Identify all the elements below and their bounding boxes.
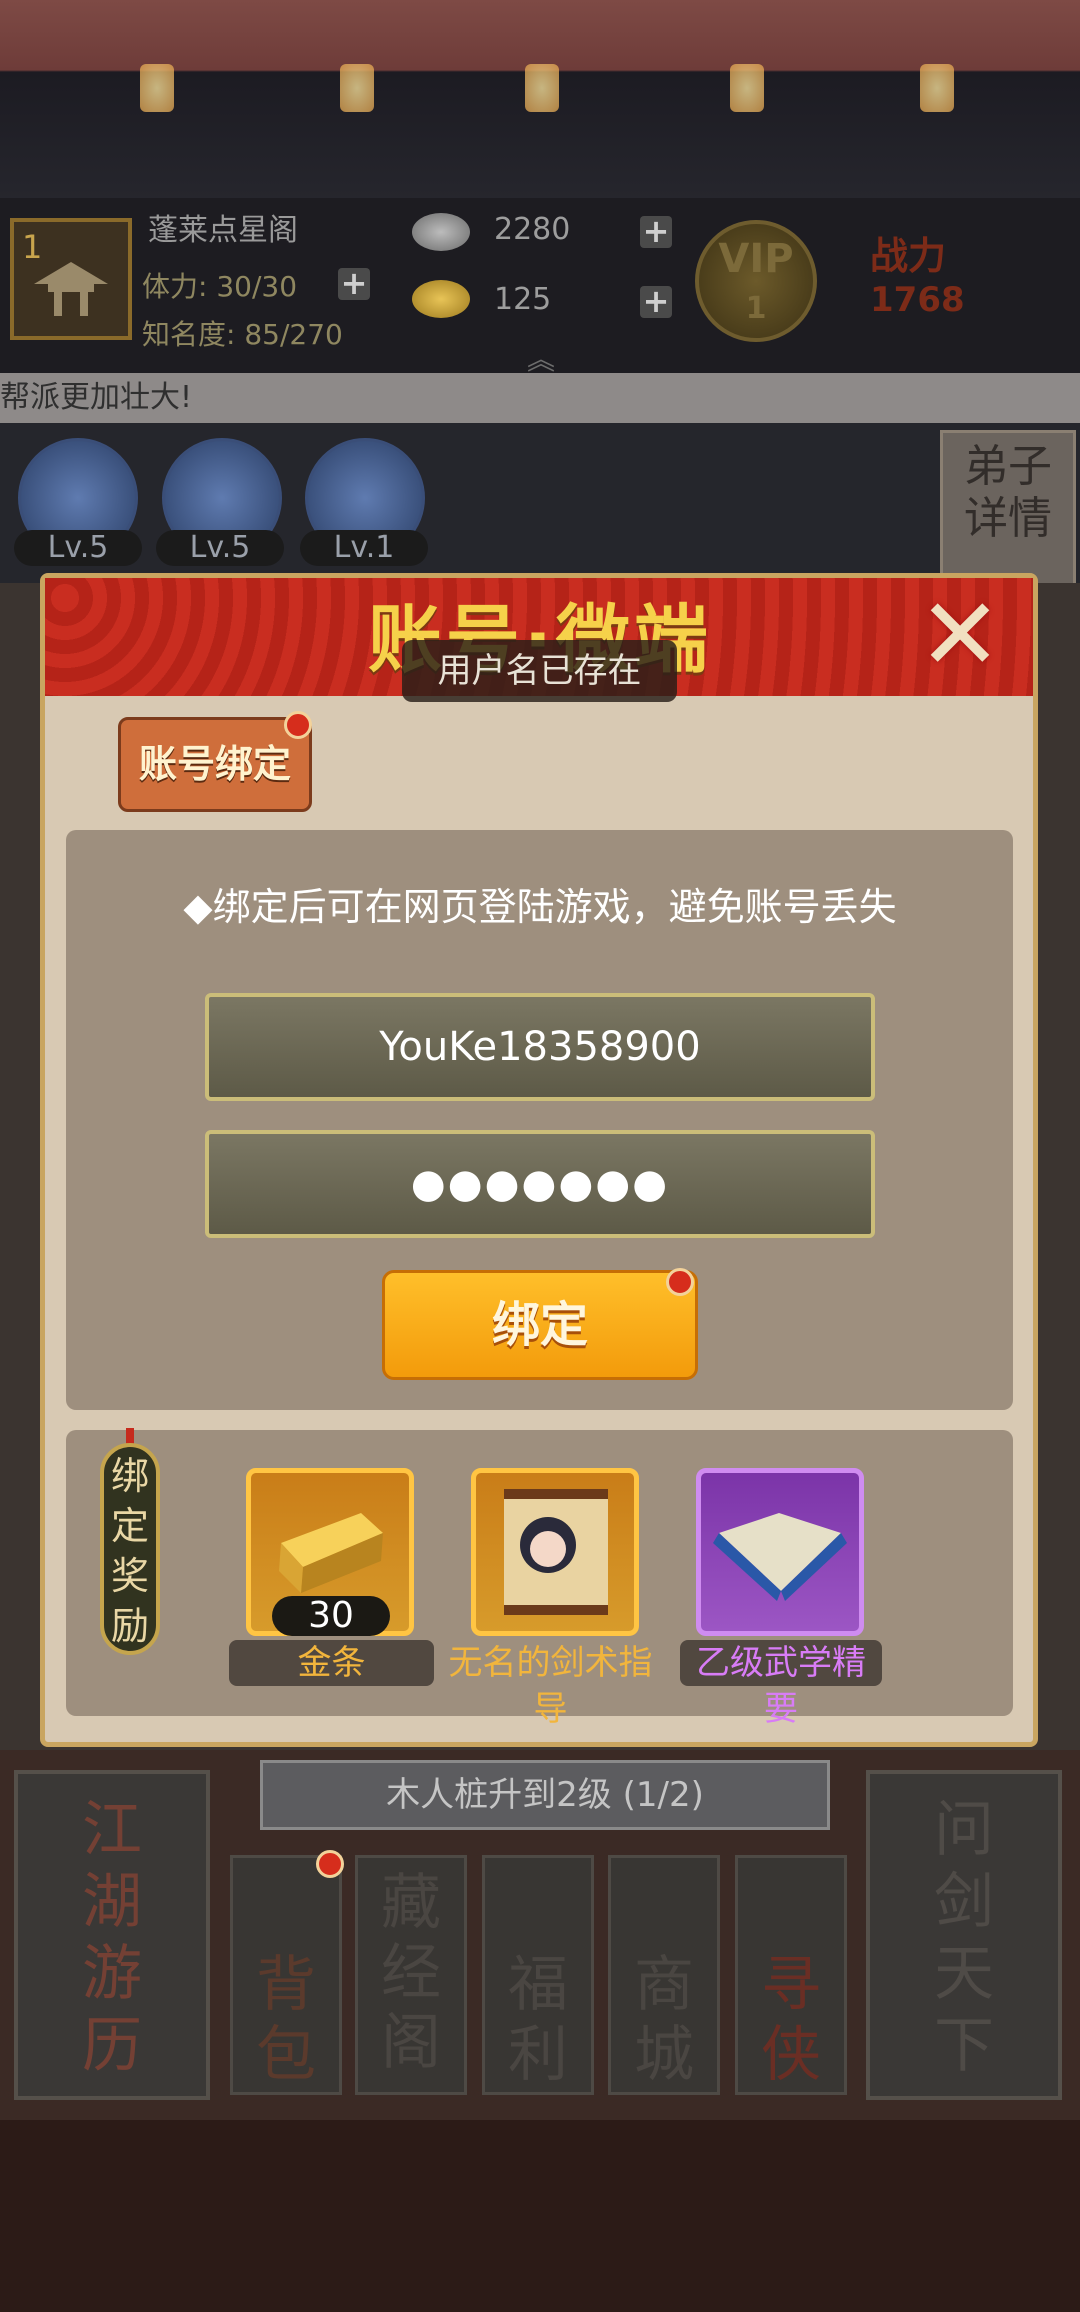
lantern-icon	[140, 64, 174, 112]
martial-essentials-name: 乙级武学精要	[680, 1640, 882, 1729]
task-tracker[interactable]: 木人桩升到2级 (1/2)	[260, 1760, 830, 1830]
player-level: 1	[22, 228, 43, 266]
password-field[interactable]: ●●●●●●●	[205, 1130, 875, 1238]
vip-label: VIP	[718, 236, 794, 282]
notice-banner: 帮派更加壮大!	[0, 373, 1080, 423]
power-label: 战力	[870, 234, 947, 278]
silver-ingot-icon	[412, 213, 470, 251]
disciple-level: Lv.1	[300, 530, 428, 566]
bag-label: 背包	[256, 1950, 316, 2090]
add-stamina-button[interactable]: +	[338, 267, 370, 300]
welfare-button[interactable]: 福利	[482, 1855, 594, 2095]
bag-notification-dot	[316, 1850, 344, 1878]
footer-pattern	[0, 2120, 1080, 2312]
jianghu-travel-label: 江湖游历	[82, 1795, 142, 2081]
gold-bar-count: 30	[272, 1596, 390, 1636]
sword-guide-scroll-icon	[504, 1489, 608, 1615]
combat-power: 战力 1768	[870, 225, 965, 320]
gold-bar-name: 金条	[229, 1640, 434, 1686]
sect-name: 蓬莱点星阁	[148, 213, 298, 248]
disciple-level: Lv.5	[14, 530, 142, 566]
toast-message: 用户名已存在	[402, 640, 677, 702]
bag-button[interactable]: 背包	[230, 1855, 342, 2095]
vip-level: 1	[745, 291, 767, 326]
martial-book-icon	[713, 1513, 847, 1601]
silver-amount: 2280	[494, 212, 571, 247]
lantern-icon	[730, 64, 764, 112]
add-silver-button[interactable]: +	[640, 215, 672, 248]
seek-hero-label: 寻侠	[761, 1950, 821, 2090]
jianghu-travel-button[interactable]: 江湖游历	[14, 1770, 210, 2100]
close-x-icon[interactable]: ✕	[905, 585, 1015, 685]
tab-notification-dot	[284, 711, 312, 739]
shop-button[interactable]: 商城	[608, 1855, 720, 2095]
bind-hint: ◆绑定后可在网页登陆游戏，避免账号丢失	[183, 885, 897, 929]
stamina-display: 体力: 30/30	[142, 265, 297, 305]
fame-value: 85/270	[244, 318, 343, 351]
lantern-icon	[340, 64, 374, 112]
lantern-icon	[920, 64, 954, 112]
stamina-label: 体力:	[142, 270, 208, 303]
lantern-icon	[525, 64, 559, 112]
shop-label: 商城	[634, 1950, 694, 2090]
bind-button[interactable]: 绑定	[382, 1270, 698, 1380]
disciple-level: Lv.5	[156, 530, 284, 566]
gold-amount: 125	[494, 282, 552, 317]
disciple-detail-label: 弟子详情	[964, 441, 1052, 544]
fame-label: 知名度:	[142, 318, 236, 351]
reward-label: 绑定奖励	[110, 1454, 149, 1648]
sword-challenge-label: 问剑天下	[934, 1795, 994, 2081]
fame-display: 知名度: 85/270	[142, 313, 343, 353]
vip-badge[interactable]: VIP 1	[695, 220, 817, 342]
gold-ingot-icon	[412, 280, 470, 318]
power-value: 1768	[870, 280, 965, 320]
seek-hero-button[interactable]: 寻侠	[735, 1855, 847, 2095]
bind-notification-dot	[666, 1268, 694, 1296]
expand-chevron-icon[interactable]: ︽	[527, 338, 555, 378]
library-label: 藏经阁	[381, 1868, 441, 2078]
library-button[interactable]: 藏经阁	[355, 1855, 467, 2095]
sword-guide-name: 无名的剑术指导	[448, 1643, 653, 1729]
tab-account-bind[interactable]: 账号绑定	[118, 717, 312, 812]
reward-item-sword-guide[interactable]	[471, 1468, 639, 1636]
add-gold-button[interactable]: +	[640, 285, 672, 318]
reward-item-martial-essentials[interactable]	[696, 1468, 864, 1636]
reward-label-scroll: 绑定奖励	[100, 1443, 160, 1655]
disciple-detail-button[interactable]: 弟子详情	[940, 430, 1076, 586]
sword-challenge-button[interactable]: 问剑天下	[866, 1770, 1062, 2100]
username-field[interactable]: YouKe18358900	[205, 993, 875, 1101]
stamina-value: 30/30	[216, 270, 298, 303]
welfare-label: 福利	[508, 1950, 568, 2090]
